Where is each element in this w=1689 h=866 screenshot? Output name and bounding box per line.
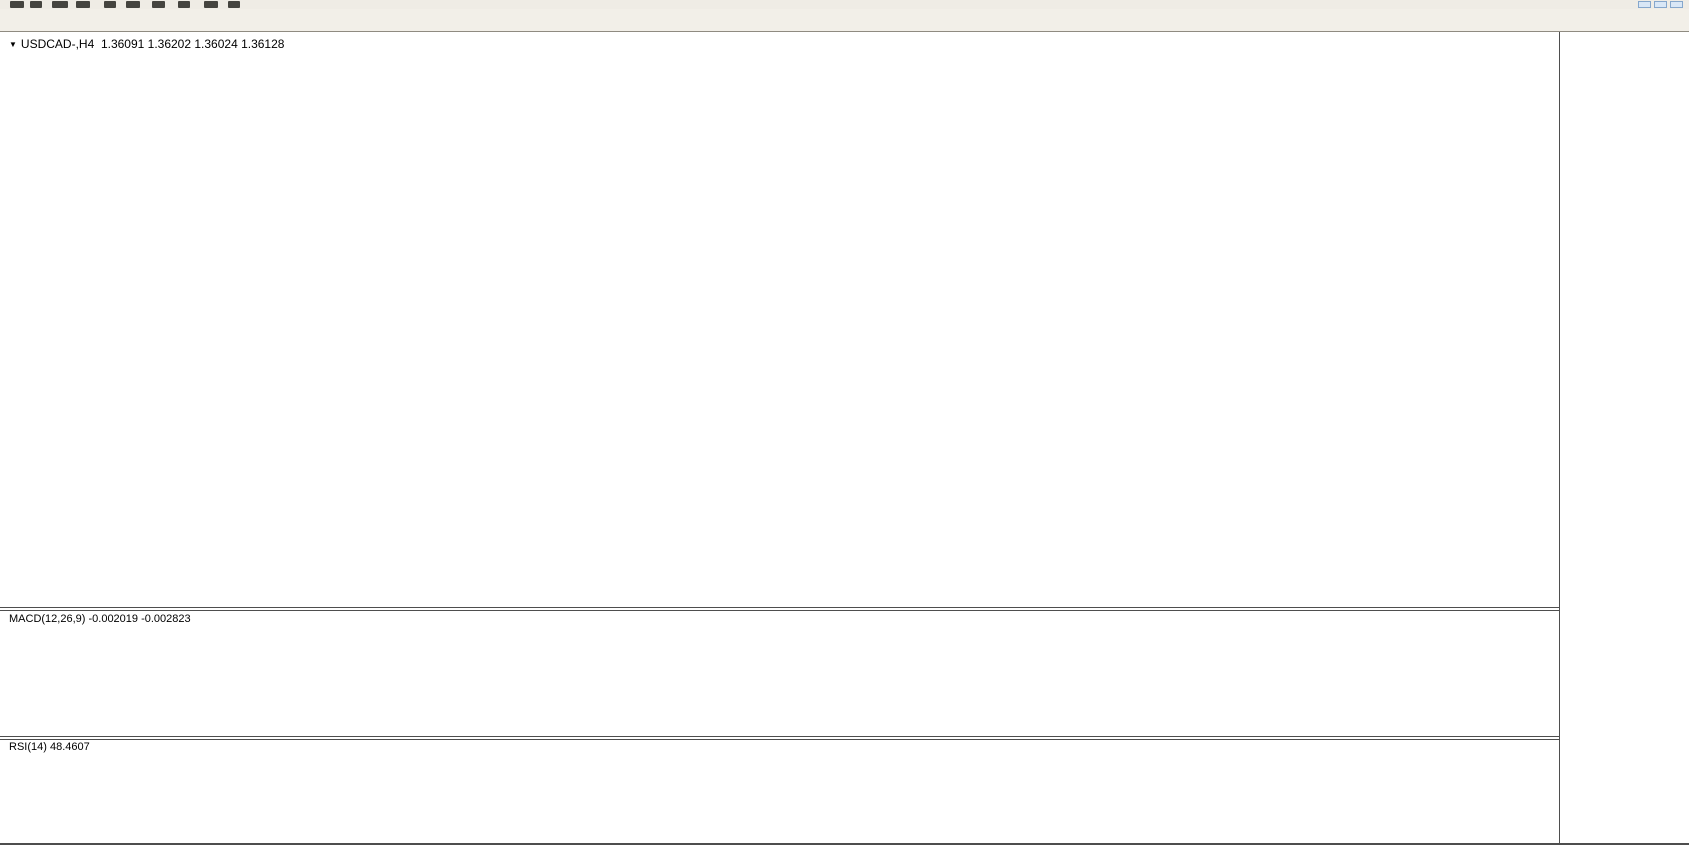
cutoff-icon-remnant (204, 1, 218, 8)
chart-header: ▼ USDCAD-,H4 1.36091 1.36202 1.36024 1.36… (9, 37, 284, 51)
window-button[interactable] (1638, 1, 1651, 8)
macd-canvas (0, 610, 1559, 737)
cutoff-icon-remnant (30, 1, 42, 8)
date-axis[interactable] (0, 845, 1689, 866)
panel-divider-rsi[interactable] (0, 736, 1689, 740)
cutoff-icon-remnant (104, 1, 116, 8)
macd-values: -0.002019 -0.002823 (88, 613, 190, 625)
toolbar (0, 9, 1689, 32)
ohlc-values: 1.36091 1.36202 1.36024 1.36128 (101, 37, 285, 51)
main-chart-canvas (0, 32, 1559, 607)
price-axis[interactable] (1559, 32, 1689, 843)
mt4-window: { "window": {"window_buttons": 3}, "tool… (0, 0, 1689, 866)
panel-divider-macd[interactable] (0, 607, 1689, 611)
cutoff-icon-remnant (228, 1, 240, 8)
symbol-dropdown-icon[interactable]: ▼ (9, 40, 17, 49)
cutoff-icon-remnant (52, 1, 68, 8)
macd-label: MACD(12,26,9) -0.002019 -0.002823 (9, 613, 191, 625)
rsi-label: RSI(14) 48.4607 (9, 741, 90, 753)
cutoff-icon-remnant (178, 1, 190, 8)
rsi-value: 48.4607 (50, 741, 90, 753)
cutoff-icon-remnant (152, 1, 165, 8)
rsi-canvas (0, 739, 1559, 843)
cutoff-icon-remnant (76, 1, 90, 8)
symbol-label: USDCAD-,H4 (21, 37, 94, 51)
cutoff-icon-remnant (126, 1, 140, 8)
macd-title: MACD(12,26,9) (9, 613, 85, 625)
rsi-title: RSI(14) (9, 741, 47, 753)
cutoff-icon-remnant (10, 1, 24, 8)
window-button[interactable] (1670, 1, 1683, 8)
window-button[interactable] (1654, 1, 1667, 8)
